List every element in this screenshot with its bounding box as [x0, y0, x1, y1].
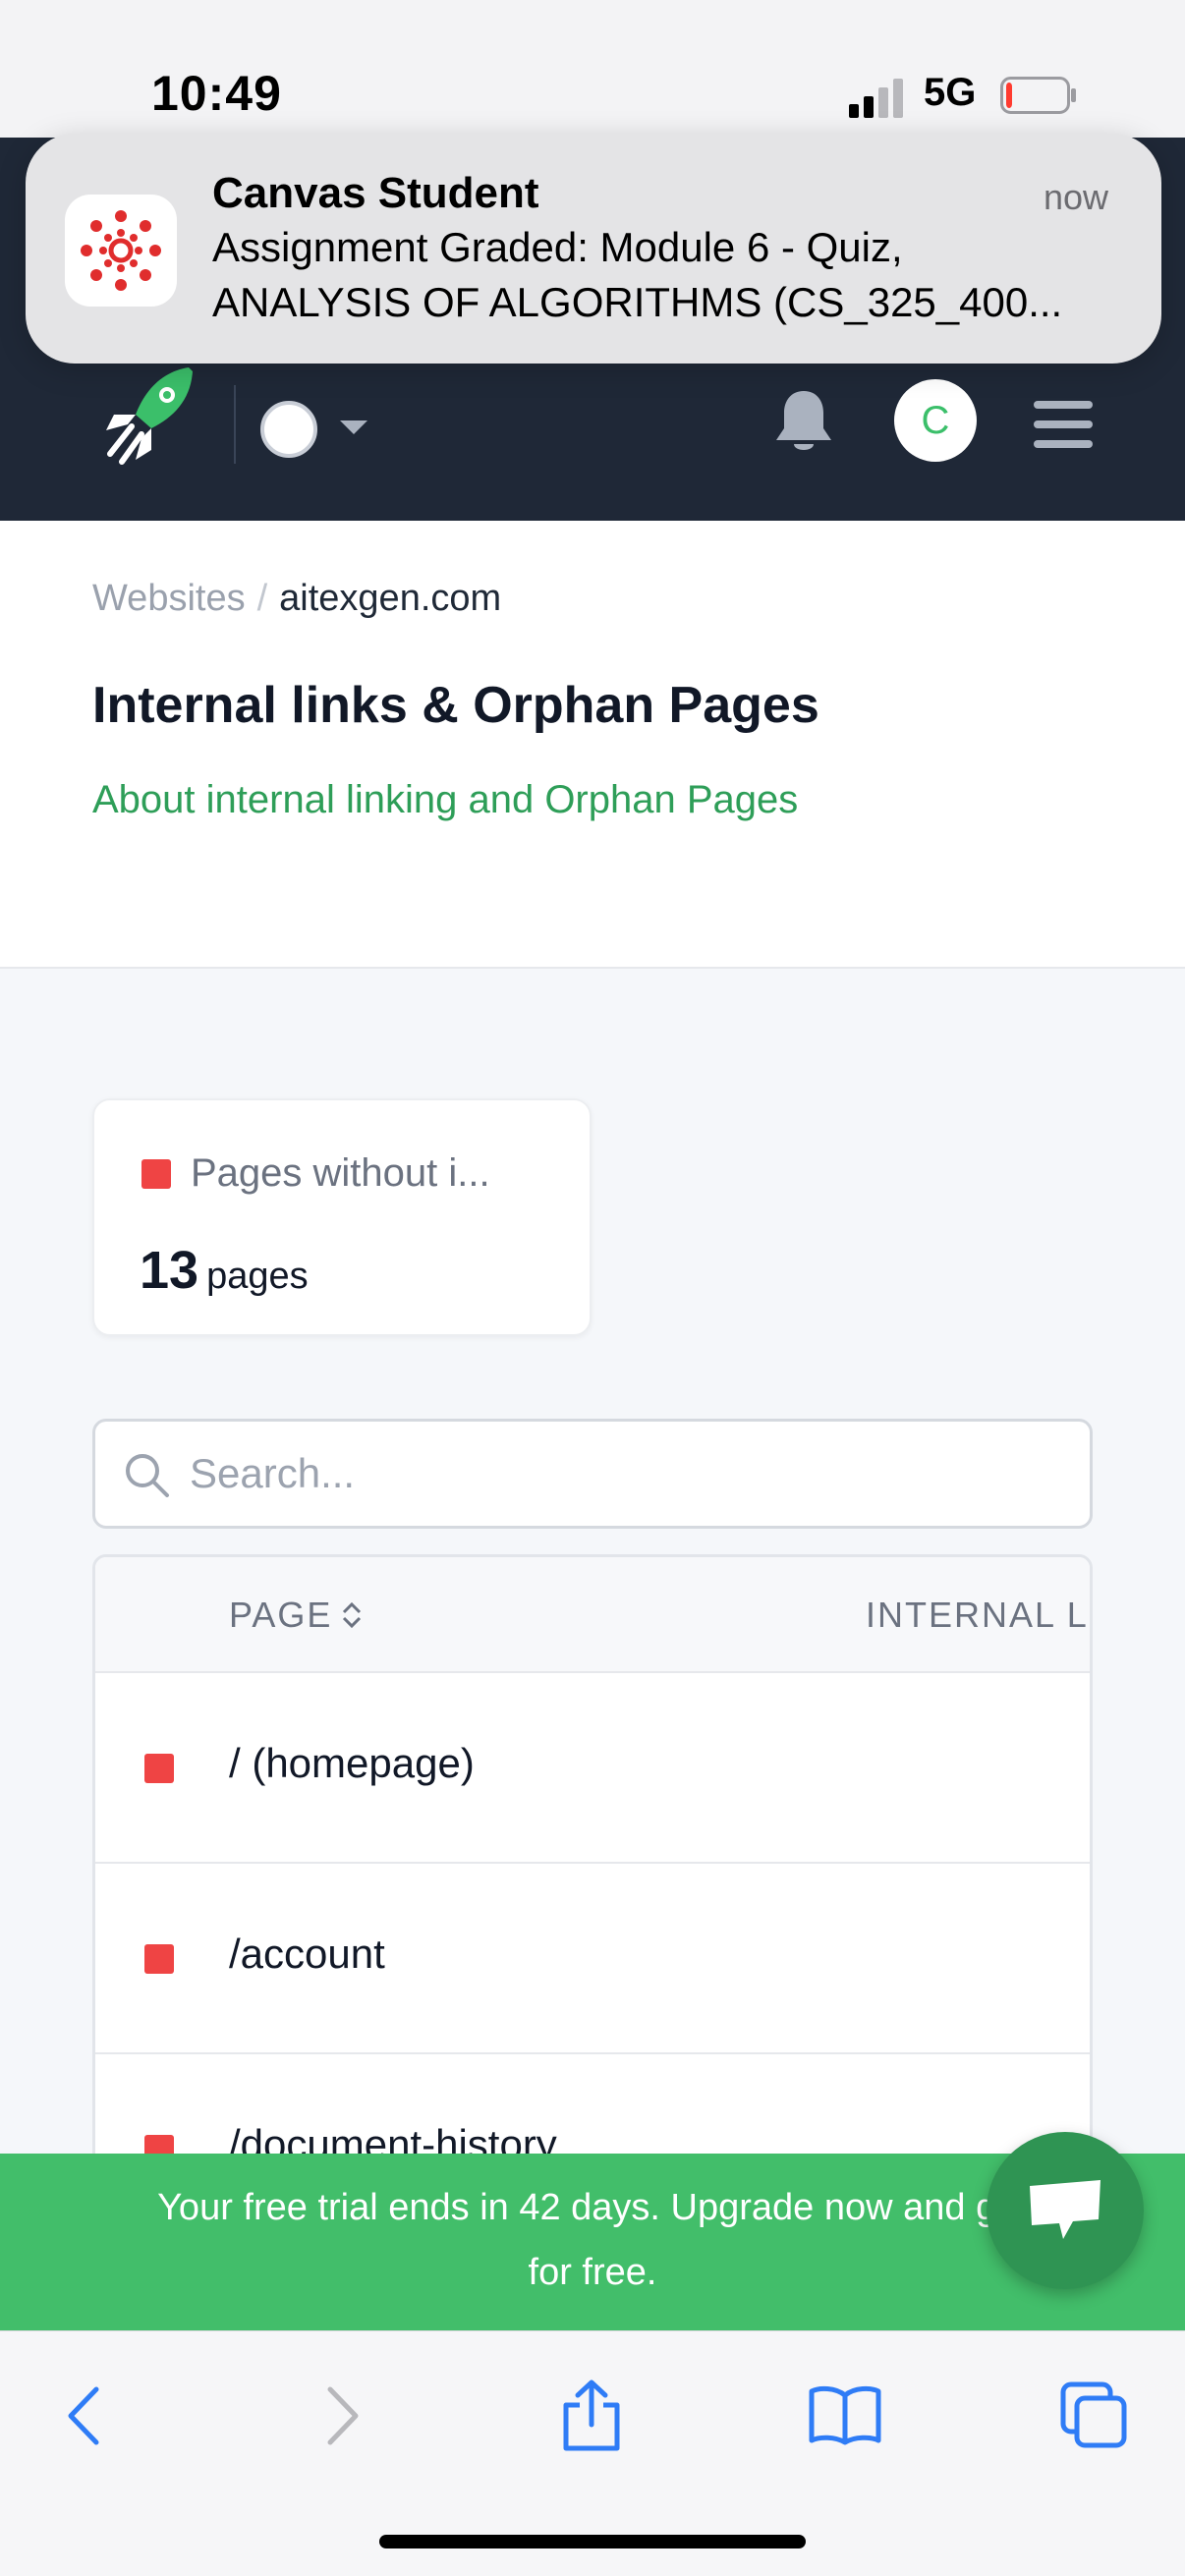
stat-label-text: Pages without i...: [191, 1151, 490, 1195]
search-icon: [126, 1454, 169, 1497]
breadcrumb-current[interactable]: aitexgen.com: [279, 578, 501, 619]
search-input[interactable]: [190, 1441, 1054, 1506]
stat-number: 13: [140, 1241, 199, 1300]
back-icon[interactable]: [45, 2377, 124, 2455]
bell-icon[interactable]: [772, 387, 835, 456]
status-square-icon: [141, 1158, 171, 1189]
chevron-down-icon[interactable]: [340, 420, 367, 434]
stat-label: Pages without i...: [141, 1151, 490, 1196]
cellular-signal-icon: [849, 79, 903, 118]
avatar[interactable]: C: [894, 379, 977, 462]
notification-app-name: Canvas Student: [212, 169, 539, 217]
page-path[interactable]: /account: [229, 1931, 385, 1978]
breadcrumb-websites[interactable]: Websites: [92, 578, 246, 619]
table-header: PAGE INTERNAL LI: [95, 1557, 1090, 1673]
canvas-logo-icon: [65, 195, 177, 307]
stat-value: 13 pages: [140, 1240, 309, 1301]
notification-body: Assignment Graded: Module 6 - Quiz, ANAL…: [212, 220, 1136, 330]
network-type: 5G: [924, 71, 977, 114]
push-notification[interactable]: Canvas Student now Assignment Graded: Mo…: [26, 134, 1161, 364]
chat-button[interactable]: [987, 2132, 1144, 2289]
chat-icon: [1030, 2180, 1100, 2239]
pages-table: PAGE INTERNAL LI / (homepage) /account /…: [92, 1554, 1093, 2242]
search-box[interactable]: [92, 1419, 1093, 1529]
stat-unit: pages: [206, 1256, 309, 1297]
hamburger-icon[interactable]: [1034, 401, 1093, 450]
column-internal-links[interactable]: INTERNAL LI: [866, 1595, 1090, 1636]
help-link[interactable]: About internal linking and Orphan Pages: [92, 778, 798, 822]
status-bar: 10:49 5G: [0, 0, 1185, 138]
status-square-icon: [144, 1944, 174, 1974]
home-indicator: [379, 2535, 806, 2548]
breadcrumb: Websites / aitexgen.com: [92, 578, 501, 620]
table-row[interactable]: / (homepage): [95, 1673, 1090, 1864]
table-row[interactable]: /account: [95, 1864, 1090, 2054]
page-header: Websites / aitexgen.com Internal links & O…: [0, 521, 1185, 969]
notification-time: now: [1043, 177, 1108, 217]
share-icon[interactable]: [552, 2377, 631, 2455]
rocket-icon[interactable]: [102, 364, 197, 466]
header-divider: [234, 385, 236, 464]
clock: 10:49: [151, 66, 282, 121]
breadcrumb-separator: /: [256, 578, 268, 619]
tabs-icon[interactable]: [1055, 2377, 1134, 2455]
notification-line: ANALYSIS OF ALGORITHMS (CS_325_400...: [212, 279, 1063, 325]
circle-icon[interactable]: [260, 401, 317, 458]
page-title: Internal links & Orphan Pages: [92, 677, 819, 734]
status-square-icon: [144, 1754, 174, 1783]
notification-line: Assignment Graded: Module 6 - Quiz,: [212, 224, 903, 270]
page-path[interactable]: / (homepage): [229, 1740, 475, 1787]
orphan-pages-stat-card[interactable]: Pages without i... 13 pages: [92, 1098, 592, 1336]
battery-icon: [1000, 77, 1076, 114]
column-page[interactable]: PAGE: [229, 1595, 364, 1636]
bookmarks-icon[interactable]: [806, 2377, 884, 2455]
forward-icon[interactable]: [303, 2377, 381, 2455]
column-page-label: PAGE: [229, 1595, 333, 1635]
sort-icon: [343, 1601, 362, 1629]
